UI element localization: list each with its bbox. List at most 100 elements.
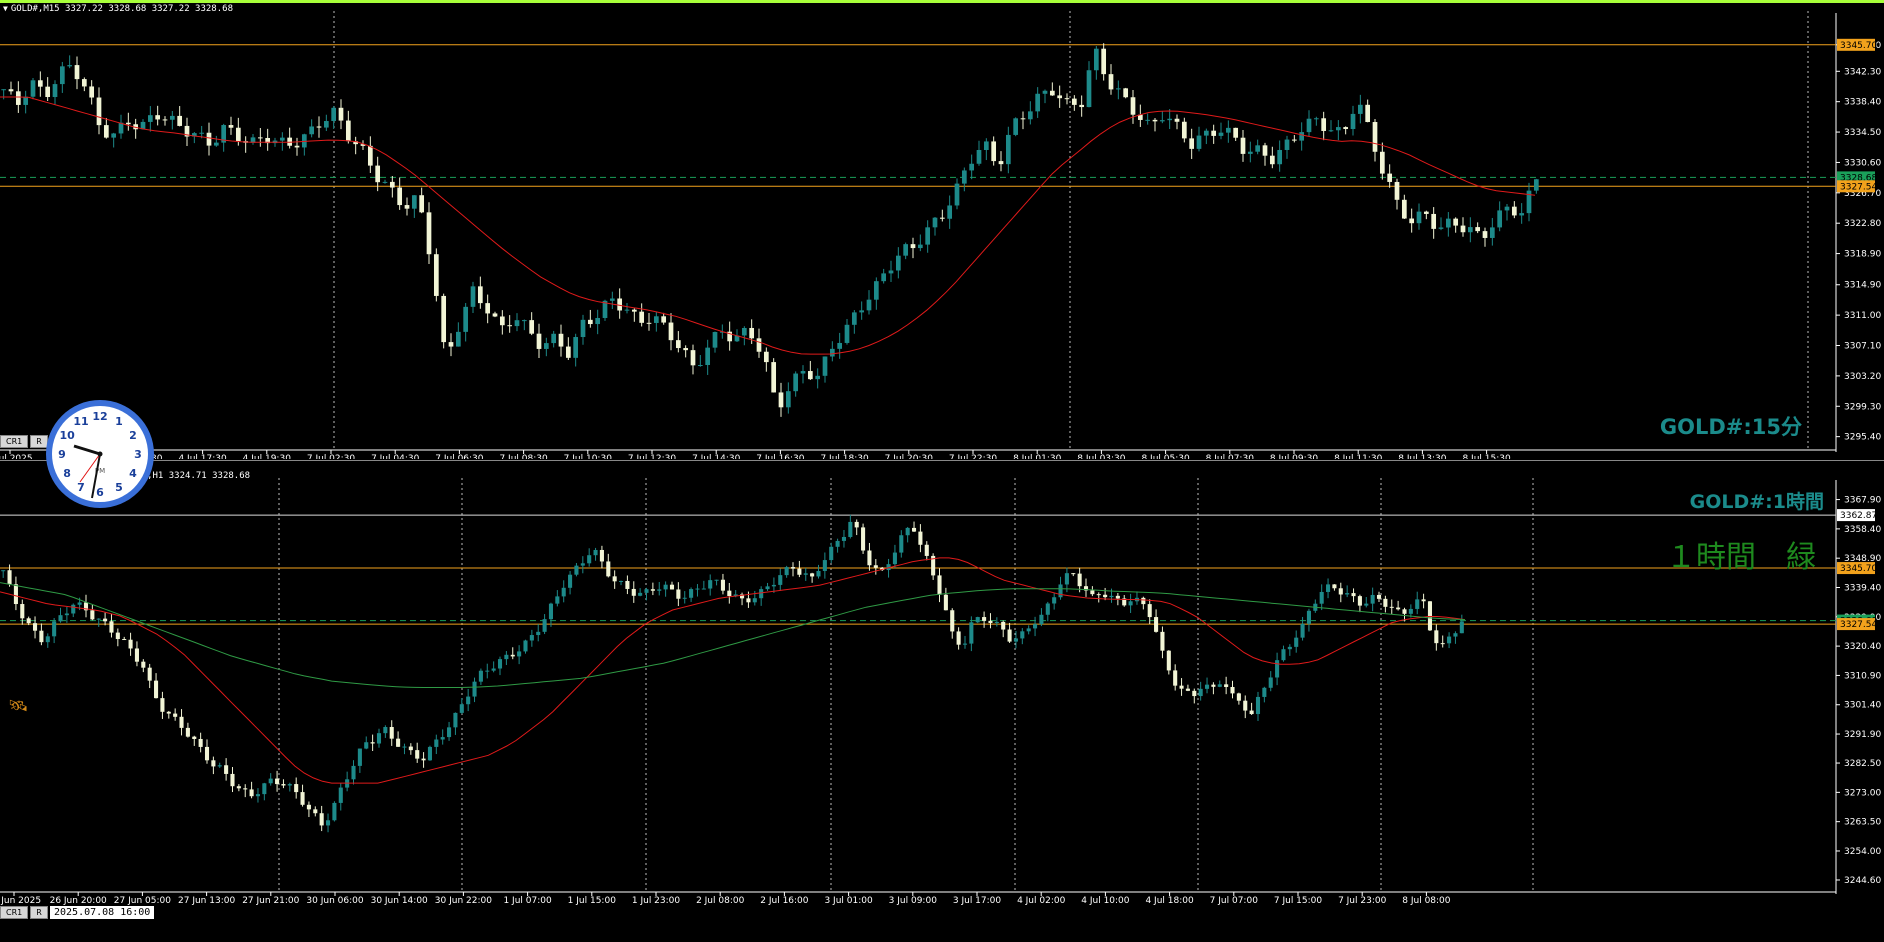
candle-body: [323, 121, 329, 128]
candle-body: [763, 351, 769, 363]
panel-separator[interactable]: [0, 460, 1884, 461]
candle-body: [631, 309, 637, 312]
candle-body: [778, 392, 784, 408]
candle-body: [103, 618, 108, 622]
candle-body: [1218, 132, 1224, 136]
candle-body: [1211, 684, 1216, 687]
candle-body: [705, 347, 711, 366]
candle-body: [1335, 127, 1341, 131]
candle-body: [338, 787, 343, 803]
candle-body: [1262, 145, 1268, 156]
candle-body: [1020, 631, 1025, 639]
candle-body: [364, 742, 369, 749]
candle-body: [37, 80, 43, 87]
candle-body: [1181, 121, 1187, 139]
candle-body: [198, 738, 203, 747]
chart-window-h1[interactable]: 3367.903358.403348.903339.403329.903320.…: [0, 470, 1884, 919]
candle-body: [441, 295, 447, 343]
time-tick-label: 7 Jul 02:30: [307, 454, 356, 459]
candle-body: [810, 573, 815, 577]
candle-body: [26, 618, 31, 624]
candle-body: [714, 579, 719, 581]
chart-window-m15[interactable]: 3345.703342.303338.403334.503330.603326.…: [0, 3, 1884, 459]
candle-body: [917, 244, 923, 249]
candle-body: [206, 132, 212, 146]
h1-tabs: CR1 R: [0, 906, 48, 919]
candle-body: [235, 127, 241, 142]
time-tick-label: 27 Jun 21:00: [242, 896, 299, 906]
time-tick-label: 1 Jul 15:00: [568, 896, 617, 906]
candle-body: [1039, 614, 1044, 625]
candle-body: [192, 736, 197, 739]
candle-body: [128, 639, 133, 649]
candle-body: [543, 343, 549, 349]
candle-body: [1364, 603, 1369, 606]
candle-body: [32, 623, 38, 631]
tab-cr1[interactable]: CR1: [0, 435, 29, 448]
candle-body: [1489, 227, 1495, 238]
candle-body: [1233, 127, 1239, 138]
candle-body: [497, 659, 503, 669]
candle-body: [881, 273, 887, 282]
tab-r-bottom[interactable]: R: [30, 906, 48, 919]
candle-body: [514, 320, 520, 327]
candle-body: [89, 86, 95, 98]
time-tick-label: 27 Jun 05:00: [114, 896, 171, 906]
candle-body: [682, 597, 687, 599]
candle-body: [1167, 118, 1173, 121]
candle-body: [96, 618, 101, 620]
time-tick-label: 3 Jul 01:00: [824, 896, 873, 906]
candle-body: [39, 630, 44, 643]
candle-body: [1007, 629, 1012, 642]
analog-clock-widget[interactable]: 1234567891011 12 PM: [44, 398, 156, 510]
candle-body: [1071, 573, 1076, 575]
candle-body: [64, 613, 69, 616]
candle-body: [925, 227, 931, 245]
candle-body: [587, 555, 592, 564]
candle-body: [1269, 155, 1275, 165]
candle-body: [1401, 199, 1407, 219]
time-tick-label: 4 Jul 02:00: [1017, 896, 1066, 906]
candle-body: [1365, 104, 1371, 123]
candle-body: [1300, 623, 1305, 638]
candle-body: [1196, 135, 1202, 149]
time-tick-label: 7 Jul 07:00: [1210, 896, 1259, 906]
m15-symbol-label: GOLD#:15分: [1659, 415, 1802, 439]
price-badge-label: 3327.54: [1840, 620, 1877, 630]
h1-chart-canvas[interactable]: 3367.903358.403348.903339.403329.903320.…: [0, 470, 1884, 910]
candle-body: [631, 588, 636, 596]
m15-chart-canvas[interactable]: 3345.703342.303338.403334.503330.603326.…: [0, 3, 1884, 459]
candle-body: [455, 331, 461, 347]
candle-body: [1332, 584, 1337, 589]
satellite-icon[interactable]: 🛰: [8, 696, 28, 715]
time-tick-label: 8 Jul 07:30: [1206, 454, 1255, 459]
candle-body: [1389, 606, 1394, 608]
candle-body: [1438, 227, 1444, 229]
candle-body: [275, 778, 280, 785]
candle-body: [402, 746, 407, 748]
price-tick-label: 3330.60: [1844, 158, 1881, 168]
price-tick-label: 3338.40: [1844, 98, 1881, 108]
candle-body: [573, 337, 579, 358]
candle-body: [712, 332, 718, 348]
candle-body: [947, 205, 953, 219]
candle-body: [1026, 628, 1031, 632]
candle-body: [1345, 593, 1350, 595]
tab-cr1-bottom[interactable]: CR1: [0, 906, 29, 919]
candle-body: [397, 187, 403, 206]
candle-body: [816, 570, 821, 577]
candle-body: [668, 322, 674, 341]
candle-body: [281, 784, 286, 786]
h1-ma-green-line: [0, 582, 1466, 688]
candle-body: [160, 698, 165, 712]
collapse-triangle-icon[interactable]: ▼: [3, 4, 8, 13]
candle-body: [1351, 593, 1356, 597]
candle-body: [661, 316, 667, 323]
time-tick-label: 3 Jul 09:00: [889, 896, 938, 906]
candle-body: [255, 794, 261, 797]
candle-body: [1152, 119, 1158, 122]
candle-body: [644, 589, 649, 593]
candle-body: [1090, 590, 1095, 595]
candle-body: [1467, 227, 1473, 233]
candle-body: [81, 79, 87, 87]
